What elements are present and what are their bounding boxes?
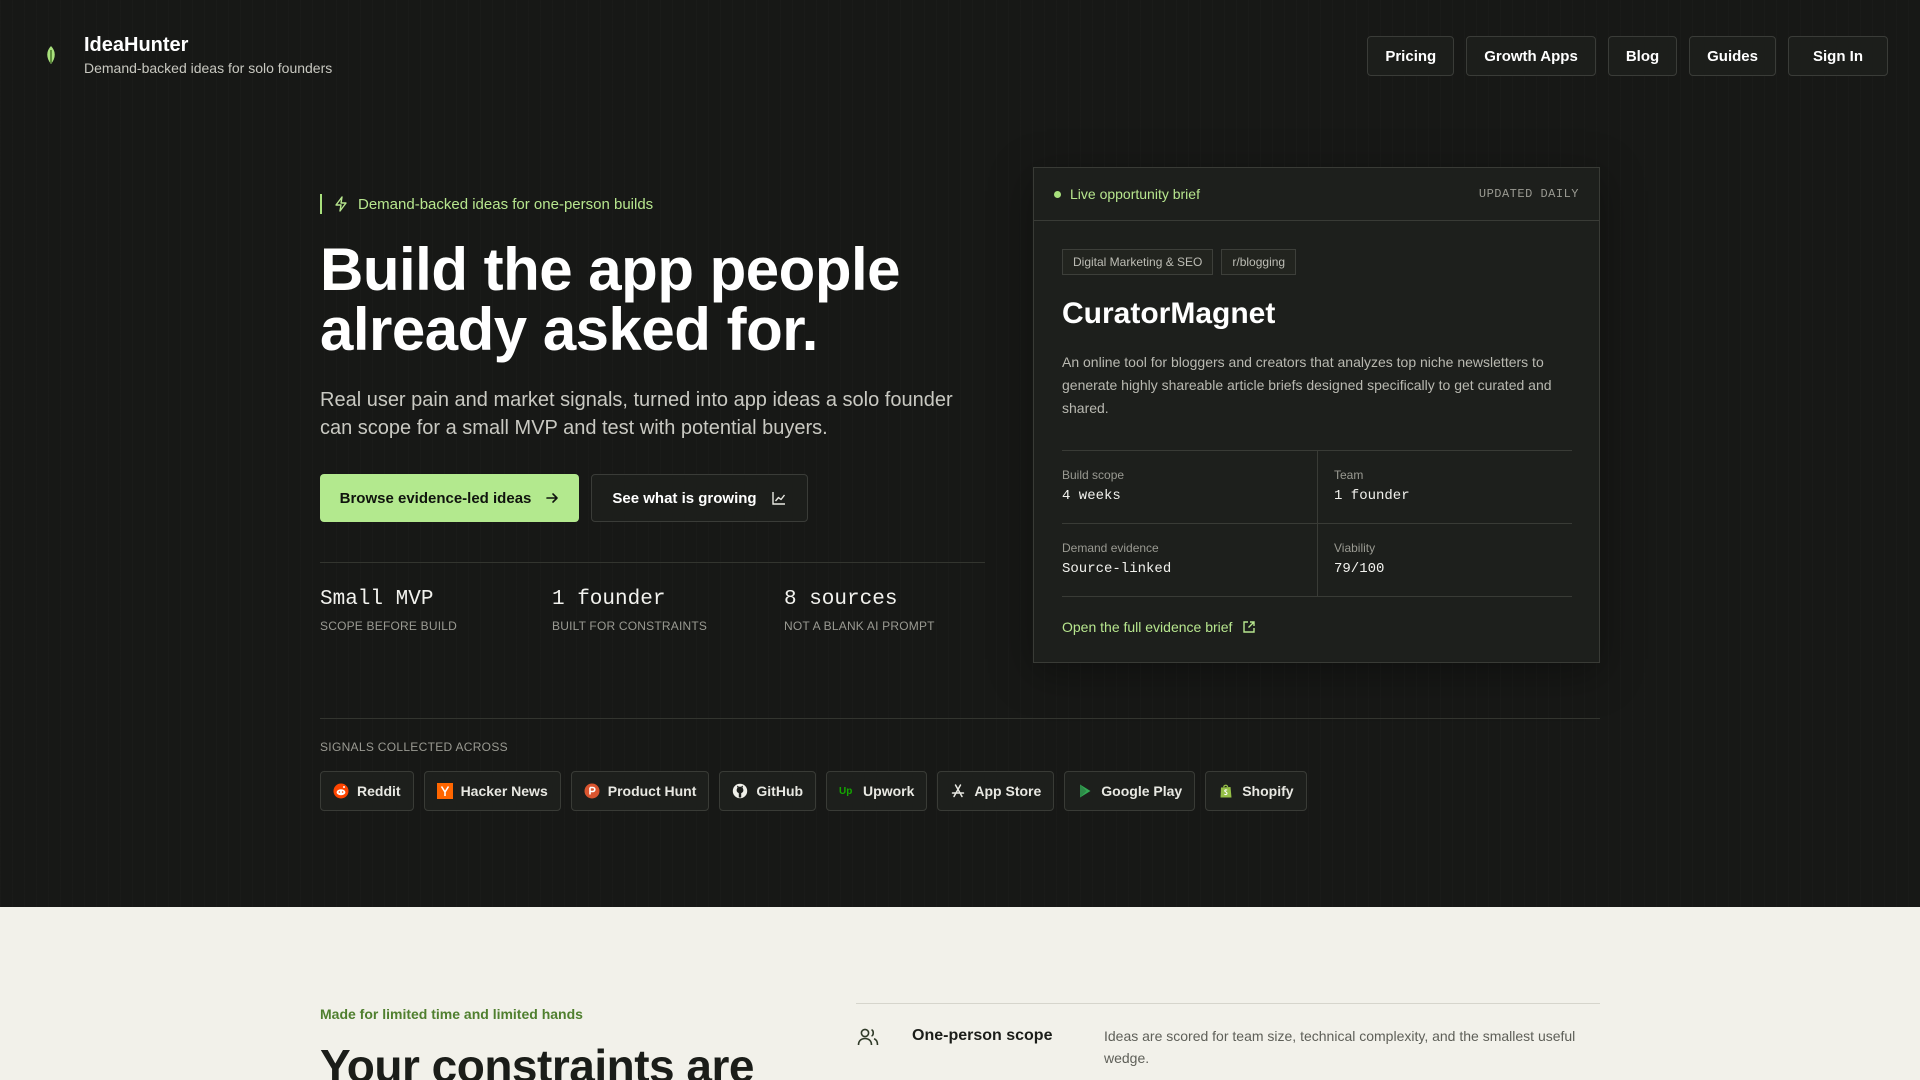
feature-description: Ideas are scored for team size, technica… [1104,1028,1576,1066]
open-brief-label: Open the full evidence brief [1062,619,1233,635]
hero-subhead: Real user pain and market signals, turne… [320,389,953,439]
see-growing-label: See what is growing [612,489,757,507]
source-upwork[interactable]: Up Upwork [826,771,928,811]
hero-cta-row: Browse evidence-led ideas See what is gr… [320,474,808,522]
source-app-store[interactable]: App Store [937,771,1055,811]
live-indicator: Live opportunity brief [1054,186,1200,202]
brief-metrics: Build scope 4 weeks Team 1 founder Deman… [1062,450,1572,597]
source-product-hunt[interactable]: Product Hunt [570,771,710,811]
metric-value: 4 weeks [1062,488,1121,504]
brief-card-header: Live opportunity brief UPDATED DAILY [1034,168,1599,221]
top-nav: Pricing Growth Apps Blog Guides Sign In [1367,36,1888,76]
arrow-right-icon [546,493,559,503]
idea-title: CuratorMagnet [1062,297,1276,330]
nav-growth-apps-button[interactable]: Growth Apps [1466,36,1596,76]
source-google-play[interactable]: Google Play [1064,771,1196,811]
idea-description: An online tool for bloggers and creators… [1062,354,1552,416]
hacker-news-icon [436,783,453,799]
reddit-icon [333,783,349,799]
hero-eyebrow: Demand-backed ideas for one-person build… [320,194,653,214]
product-hunt-icon [584,783,600,799]
source-name: Product Hunt [607,783,697,799]
hero-section: IdeaHunter Demand-backed ideas for solo … [0,0,1920,907]
brief-tag[interactable]: r/blogging [1221,249,1297,275]
metric-value: Source-linked [1062,561,1172,577]
source-shopify[interactable]: Shopify [1205,771,1307,811]
brief-card-body: Digital Marketing & SEO r/blogging Curat… [1034,221,1599,635]
signals-divider [320,718,1600,719]
svg-text:Up: Up [839,786,852,797]
feature-divider [856,1003,1600,1004]
stat-label: BUILT FOR CONSTRAINTS [552,619,708,633]
stat-value: 1 founder [552,588,666,611]
stat-value: Small MVP [320,588,434,611]
constraints-heading: Your constraints are [320,1040,754,1080]
source-name: Upwork [863,783,915,799]
stat-scope: Small MVP SCOPE BEFORE BUILD [320,588,552,633]
opportunity-brief-card: Live opportunity brief UPDATED DAILY Dig… [1033,167,1600,663]
source-name: Google Play [1101,783,1183,799]
metric-demand-evidence: Demand evidence Source-linked [1062,524,1317,597]
sign-in-button[interactable]: Sign In [1788,36,1888,76]
nav-guides-button[interactable]: Guides [1689,36,1776,76]
nav-blog-button[interactable]: Blog [1607,36,1678,76]
hero-headline: Build the app people already asked for. [320,236,901,363]
app-store-icon [950,783,966,799]
hero-divider [320,562,985,563]
shopify-icon [1218,783,1234,799]
browse-ideas-label: Browse evidence-led ideas [339,489,532,507]
upwork-icon: Up [839,783,855,799]
google-play-icon [1077,783,1093,799]
hero-stats: Small MVP SCOPE BEFORE BUILD 1 founder B… [320,588,1016,633]
live-dot-icon [1054,190,1061,198]
brand-name: IdeaHunter [84,34,189,56]
stat-label: SCOPE BEFORE BUILD [320,619,457,633]
updated-badge: UPDATED DAILY [1478,187,1579,201]
metric-team: Team 1 founder [1317,451,1572,524]
stat-label: NOT A BLANK AI PROMPT [784,619,935,633]
source-reddit[interactable]: Reddit [320,771,414,811]
source-name: Hacker News [460,783,548,799]
brand[interactable]: IdeaHunter Demand-backed ideas for solo … [40,32,332,76]
chart-line-icon [771,492,785,505]
source-name: GitHub [756,783,804,799]
constraints-eyebrow: Made for limited time and limited hands [320,1006,583,1022]
source-github[interactable]: GitHub [719,771,817,811]
leaf-logo-icon [47,46,55,64]
metric-label: Team [1334,468,1364,482]
live-label: Live opportunity brief [1070,186,1200,202]
metric-label: Build scope [1062,468,1125,482]
metric-viability: Viability 79/100 [1317,524,1572,597]
stat-sources: 8 sources NOT A BLANK AI PROMPT [784,588,1016,633]
see-growing-button[interactable]: See what is growing [591,474,808,522]
source-list: Reddit Hacker News Product Hunt GitHub U… [320,771,1307,811]
source-hacker-news[interactable]: Hacker News [423,771,561,811]
metric-build-scope: Build scope 4 weeks [1062,451,1317,524]
hero-eyebrow-text: Demand-backed ideas for one-person build… [358,195,654,213]
metric-value: 1 founder [1334,488,1410,504]
metric-label: Demand evidence [1062,541,1159,555]
feature-title: One-person scope [912,1027,1053,1044]
stat-value: 8 sources [784,588,898,611]
open-brief-link[interactable]: Open the full evidence brief [1062,619,1571,635]
brief-tags: Digital Marketing & SEO r/blogging [1062,249,1571,275]
source-name: Reddit [357,783,401,799]
signals-label: SIGNALS COLLECTED ACROSS [320,740,508,754]
browse-ideas-button[interactable]: Browse evidence-led ideas [320,474,579,522]
nav-pricing-button[interactable]: Pricing [1367,36,1455,76]
brand-tagline: Demand-backed ideas for solo founders [84,60,333,76]
brief-tag[interactable]: Digital Marketing & SEO [1062,249,1214,275]
source-name: App Store [974,783,1042,799]
constraints-section: Made for limited time and limited hands … [0,907,1920,1080]
metric-label: Viability [1334,541,1376,555]
github-icon [732,783,748,799]
metric-value: 79/100 [1334,561,1385,577]
stat-founder: 1 founder BUILT FOR CONSTRAINTS [552,588,784,633]
source-name: Shopify [1242,783,1294,799]
users-icon [857,1028,879,1046]
lightning-icon [335,196,347,212]
external-link-icon [1243,621,1256,633]
